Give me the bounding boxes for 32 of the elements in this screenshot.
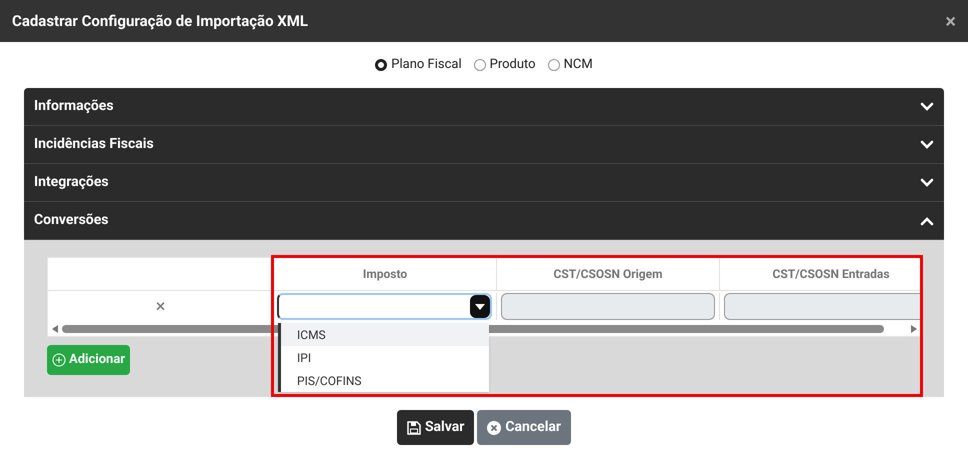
cancel-circle-icon [487,420,502,434]
column-header: CST/CSOSN Origem [496,258,719,290]
plus-circle-icon [52,353,66,367]
remove-row-button[interactable]: × [156,298,166,316]
column-header: CST/CSOSN Entradas [719,258,921,290]
accordion-header[interactable]: Informações [24,88,944,126]
cancel-button[interactable]: Cancelar [477,410,572,445]
input-field[interactable] [724,293,921,320]
window-title: Cadastrar Configuração de Importação XML [12,10,308,32]
dropdown-option[interactable]: IPI [281,346,489,369]
radio-button[interactable] [474,59,486,71]
radio-option[interactable]: Produto [474,55,536,75]
section-title: Conversões [34,211,108,230]
input-field[interactable] [501,293,715,320]
save-button[interactable]: Salvar [396,410,474,445]
radio-option[interactable]: Plano Fiscal [375,55,462,75]
section-title: Informações [34,97,114,116]
dropdown-option[interactable]: PIS/COFINS [281,369,489,392]
close-button[interactable]: × [945,11,956,31]
tax-select[interactable] [277,293,492,320]
radio-button[interactable] [375,59,388,71]
section-title: Integrações [34,173,109,192]
scroll-left-icon[interactable] [52,325,58,333]
dropdown-caret-icon[interactable] [470,295,490,318]
section-title: Incidências Fiscais [34,135,154,154]
scroll-right-icon[interactable] [911,325,917,333]
accordion-header[interactable]: Integrações [24,164,944,202]
dropdown-option[interactable]: ICMS [281,323,489,346]
column-header: Imposto [273,258,496,290]
accordion-header[interactable]: Incidências Fiscais [24,126,944,164]
radio-option[interactable]: NCM [548,55,593,75]
radio-button[interactable] [548,59,560,71]
